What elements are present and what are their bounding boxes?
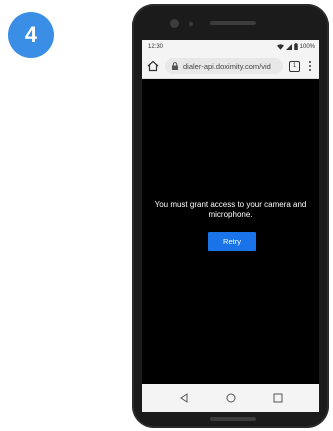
battery-icon xyxy=(293,43,298,50)
phone-frame: 12:30 100% dialer-api.doximity.com/vid 1… xyxy=(132,4,329,428)
android-nav-bar xyxy=(142,384,319,412)
back-icon[interactable] xyxy=(178,392,190,404)
home-icon[interactable] xyxy=(146,59,160,73)
browser-toolbar: dialer-api.doximity.com/vid 1 xyxy=(142,54,319,79)
signal-icon xyxy=(285,43,292,50)
status-bar: 12:30 100% xyxy=(142,40,319,54)
proximity-sensor xyxy=(189,22,193,26)
status-indicators: 100% xyxy=(276,43,315,50)
address-bar[interactable]: dialer-api.doximity.com/vid xyxy=(165,58,283,74)
status-time: 12:30 xyxy=(148,44,164,50)
front-camera xyxy=(170,19,179,28)
home-icon[interactable] xyxy=(225,392,237,404)
permission-message: You must grant access to your camera and… xyxy=(154,200,307,219)
overflow-menu-icon[interactable] xyxy=(306,60,314,72)
wifi-icon xyxy=(276,43,284,50)
earpiece-speaker xyxy=(210,21,256,25)
step-number-badge: 4 xyxy=(8,12,54,58)
url-text: dialer-api.doximity.com/vid xyxy=(183,61,271,71)
bottom-speaker xyxy=(210,417,256,421)
lock-icon xyxy=(172,62,178,70)
recents-icon[interactable] xyxy=(272,392,284,404)
battery-percent: 100% xyxy=(299,43,315,50)
tab-switcher-button[interactable]: 1 xyxy=(289,61,300,72)
phone-screen: 12:30 100% dialer-api.doximity.com/vid 1… xyxy=(142,40,319,412)
retry-button[interactable]: Retry xyxy=(208,232,256,251)
